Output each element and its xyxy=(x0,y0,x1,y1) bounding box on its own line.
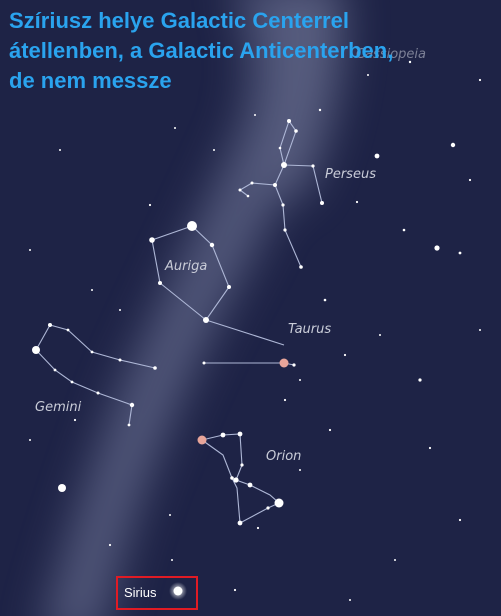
gemini-label: Gemini xyxy=(35,400,82,415)
capella-star xyxy=(187,221,197,231)
aldebaran-star xyxy=(279,358,289,368)
auriga-label: Auriga xyxy=(164,259,207,274)
pollux-star xyxy=(32,346,40,354)
procyon-star xyxy=(58,484,66,492)
elnath-star xyxy=(203,317,209,323)
taurus-label: Taurus xyxy=(288,322,331,337)
betelgeuse-star xyxy=(197,435,207,445)
sirius-star xyxy=(173,586,183,596)
orion-label: Orion xyxy=(266,449,301,464)
title-line-1: Szíriusz helye Galactic Centerrel xyxy=(9,8,349,33)
sirius-label: Sirius xyxy=(124,585,157,600)
perseus-label: Perseus xyxy=(325,167,376,182)
rigel-star xyxy=(274,498,284,508)
title-line-3: de nem messze xyxy=(9,68,172,93)
title-line-2: átellenben, a Galactic Anticenterben, xyxy=(9,38,394,63)
page-title: Szíriusz helye Galactic Centerrel átelle… xyxy=(9,6,499,96)
mirfak-star xyxy=(281,162,287,168)
